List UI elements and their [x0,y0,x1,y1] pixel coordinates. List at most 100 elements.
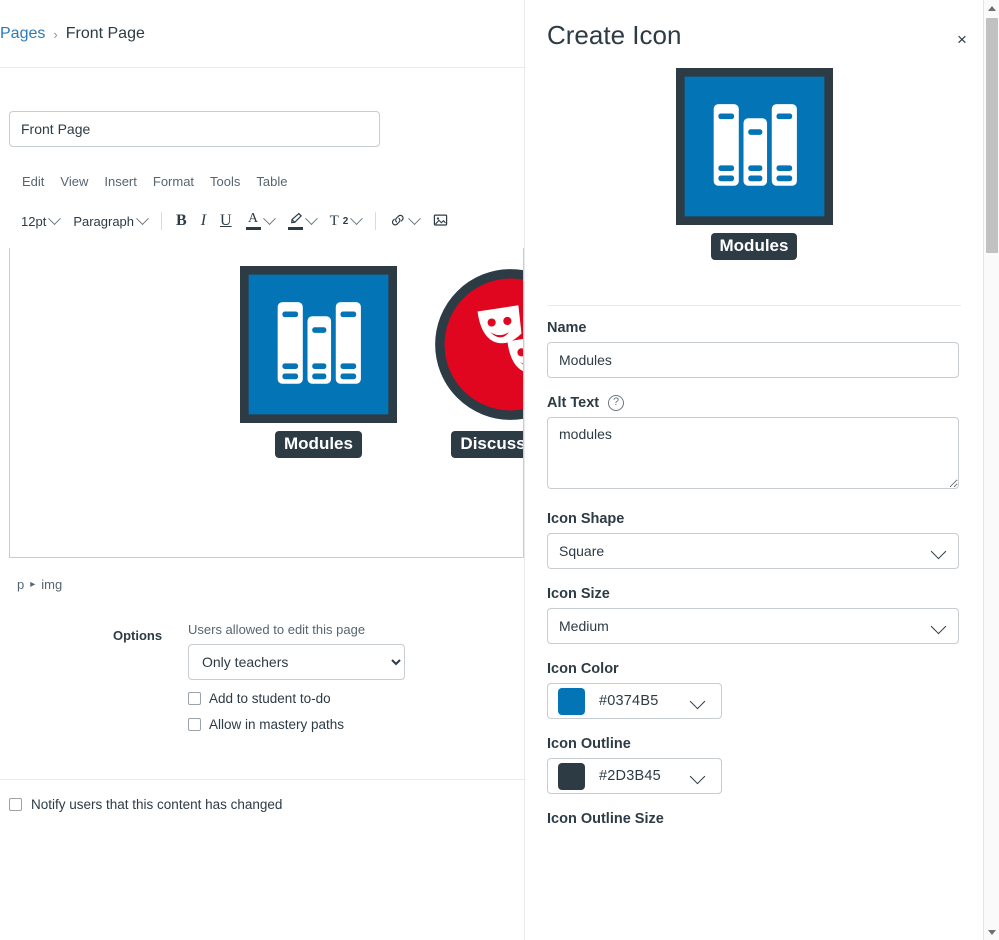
editor-menubar: Edit View Insert Format Tools Table [16,172,295,191]
image-button[interactable] [426,211,455,232]
alt-text-textarea[interactable]: modules [547,417,959,489]
icon-color-picker[interactable]: #0374B5 [547,683,722,719]
checkbox-add-to-student-todo[interactable] [188,692,201,705]
icon-size-select[interactable]: Medium [547,608,959,644]
field-alt-text: Alt Text ? modules [547,395,961,494]
font-size-value: 12pt [21,213,47,229]
highlight-swatch-bar [287,227,303,230]
icon-outline-value: #2D3B45 [599,768,661,784]
header-divider [0,67,524,68]
icon-shape-value: Square [559,543,605,559]
edit-roles-select[interactable]: Only teachers [188,644,405,680]
field-icon-size: Icon Size Medium [547,586,961,644]
icon-outline-picker[interactable]: #2D3B45 [547,758,722,794]
footer-divider [0,779,524,780]
page-scrollbar[interactable] [983,0,999,940]
chevron-down-icon [689,768,706,785]
font-size-dropdown[interactable]: 12pt [14,211,66,231]
chevron-down-icon [48,211,62,225]
link-button[interactable] [383,211,426,232]
checkbox-allow-in-mastery-paths[interactable] [188,718,201,731]
icon-preview-label: Modules [710,233,798,260]
icon-shape-select[interactable]: Square [547,533,959,569]
breadcrumb-link-pages[interactable]: Pages [0,25,45,43]
scroll-up-arrow-icon[interactable] [984,0,999,16]
menu-format[interactable]: Format [145,172,202,191]
breadcrumb-separator: › [53,26,58,42]
modules-books-icon [240,266,397,423]
chevron-down-icon [262,211,276,225]
menu-tools[interactable]: Tools [202,172,248,191]
menu-view[interactable]: View [52,172,96,191]
text-color-icon: A [245,211,261,230]
scroll-down-arrow-icon[interactable] [984,924,999,940]
path-node-p[interactable]: p [17,577,24,592]
highlight-color-button[interactable] [281,210,323,232]
highlighter-icon [287,212,303,230]
content-icon-label-discussions: Discussions [451,431,523,458]
content-icon-modules[interactable]: Modules [240,266,397,458]
app-root: Pages › Front Page Edit View Insert Form… [0,0,999,940]
underline-button[interactable]: U [213,210,239,232]
superscript-base: T [329,212,339,229]
label-icon-shape: Icon Shape [547,511,625,527]
close-icon[interactable]: × [948,26,976,54]
icon-color-value: #0374B5 [599,693,659,709]
icon-preview-modules-books-icon [675,68,833,225]
text-color-letter: A [248,211,259,226]
help-circle-icon[interactable]: ? [608,395,625,411]
italic-button[interactable]: I [194,210,213,232]
checkbox-row-mastery-paths[interactable]: Allow in mastery paths [188,717,405,732]
content-icon-label-modules: Modules [275,431,362,458]
menu-edit[interactable]: Edit [16,172,52,191]
block-format-dropdown[interactable]: Paragraph [66,211,154,231]
chevron-down-icon [350,211,364,225]
link-icon [390,213,406,230]
notify-row[interactable]: Notify users that this content has chang… [9,797,282,812]
icon-preview-area: Modules [525,68,983,305]
superscript-exponent: 2 [342,215,349,227]
checkbox-label-allow-in-mastery-paths: Allow in mastery paths [209,717,345,732]
toolbar-divider [375,212,377,230]
page-title-input[interactable] [9,111,380,147]
editor-content: Modules Discus [10,248,523,557]
scrollbar-thumb[interactable] [986,18,998,253]
create-icon-tray: Create Icon × Modules Name Modules Alt T… [524,0,983,940]
rich-text-editor-body[interactable]: Modules Discus [9,248,524,558]
content-icon-discussions[interactable]: Discussions [432,266,523,458]
field-icon-outline-size: Icon Outline Size [547,811,961,827]
toolbar-divider [161,212,163,230]
edit-roles-label: Users allowed to edit this page [188,622,366,637]
tray-divider [547,305,961,306]
chevron-down-icon [408,211,422,225]
icon-outline-swatch [558,762,585,790]
text-color-swatch-bar [245,227,261,230]
field-icon-shape: Icon Shape Square [547,511,961,569]
block-format-value: Paragraph [73,213,135,229]
label-icon-size: Icon Size [547,586,610,602]
checkbox-row-student-todo[interactable]: Add to student to-do [188,691,405,706]
name-input[interactable] [547,342,959,378]
chevron-down-icon [304,211,318,225]
editor-toolbar: 12pt Paragraph B I U A T 2 [14,206,524,236]
label-alt-text: Alt Text ? [547,395,961,411]
checkbox-notify-users[interactable] [9,798,22,811]
editor-element-path: p ▸ img [17,577,62,592]
options-label: Options [113,628,163,643]
chevron-down-icon [689,693,706,710]
chevron-down-icon [136,211,149,225]
options-body: Users allowed to edit this page Only tea… [188,622,405,732]
bold-button[interactable]: B [169,210,194,232]
image-icon [433,213,448,230]
text-color-button[interactable]: A [239,210,281,232]
path-node-img[interactable]: img [41,577,62,592]
menu-insert[interactable]: Insert [96,172,145,191]
label-icon-outline: Icon Outline [547,736,631,752]
icon-color-swatch [558,687,585,715]
tray-title: Create Icon [547,20,682,50]
breadcrumb: Pages › Front Page [0,20,145,48]
page-editor-pane: Pages › Front Page Edit View Insert Form… [0,0,524,940]
menu-table[interactable]: Table [248,172,295,191]
field-name: Name [547,320,961,378]
superscript-button[interactable]: T2 [323,211,369,232]
